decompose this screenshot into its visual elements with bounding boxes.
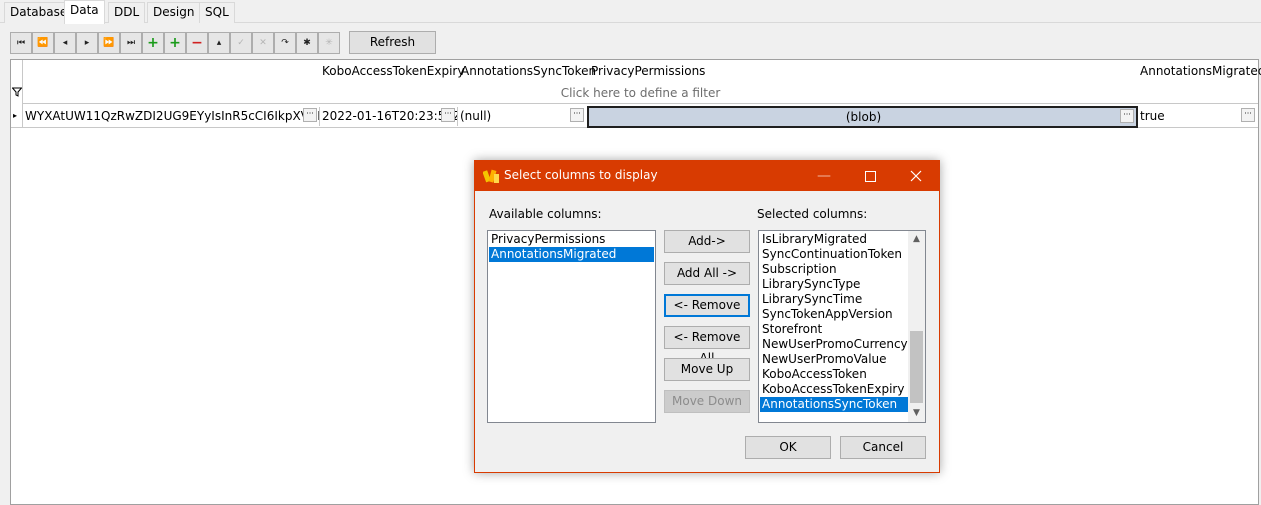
scroll-up-icon[interactable]: ▲ <box>908 231 925 248</box>
remove-button[interactable]: <- Remove <box>664 294 750 317</box>
add-button[interactable]: Add-> <box>664 230 750 253</box>
list-item[interactable]: LibrarySyncTime <box>760 292 924 307</box>
refresh-button[interactable]: Refresh <box>349 31 436 54</box>
edit-record-icon[interactable]: ▴ <box>208 32 230 54</box>
app-icon <box>482 168 500 184</box>
ellipsis-icon[interactable]: ··· <box>303 108 317 122</box>
tab-sql[interactable]: SQL <box>199 2 235 23</box>
close-icon[interactable] <box>893 161 939 191</box>
tab-ddl[interactable]: DDL <box>108 2 146 23</box>
list-item[interactable]: NewUserPromoCurrency <box>760 337 924 352</box>
available-columns-label: Available columns: <box>489 207 602 221</box>
refresh-data-icon[interactable]: ↷ <box>274 32 296 54</box>
post-edit-icon[interactable]: ✓ <box>230 32 252 54</box>
list-item-selected[interactable]: AnnotationsSyncToken <box>760 397 908 412</box>
move-down-button[interactable]: Move Down <box>664 390 750 413</box>
list-item[interactable]: Storefront <box>760 322 924 337</box>
tab-bar: Database Data DDL Design SQL <box>0 0 1261 24</box>
column-header-annotations-sync-token[interactable]: AnnotationsSyncToken <box>461 60 596 82</box>
dialog-title: Select columns to display <box>504 168 658 182</box>
available-columns-list[interactable]: PrivacyPermissions AnnotationsMigrated <box>487 230 656 423</box>
set-bookmark-icon[interactable]: ✱ <box>296 32 318 54</box>
add-all-button[interactable]: Add All -> <box>664 262 750 285</box>
scroll-thumb[interactable] <box>910 331 923 403</box>
scroll-down-icon[interactable]: ▼ <box>908 405 925 422</box>
list-item[interactable]: SyncContinuationToken <box>760 247 924 262</box>
column-header-kobo-access-token-expiry[interactable]: KoboAccessTokenExpiry <box>322 60 464 82</box>
next-record-icon[interactable]: ▸ <box>76 32 98 54</box>
ellipsis-icon[interactable]: ··· <box>570 108 584 122</box>
list-item[interactable]: KoboAccessToken <box>760 367 924 382</box>
table-cell-selected[interactable]: (blob) <box>587 106 1138 128</box>
select-columns-dialog: Select columns to display — Available co… <box>474 160 940 473</box>
ellipsis-icon[interactable]: ··· <box>1120 109 1134 123</box>
list-item[interactable]: IsLibraryMigrated <box>760 232 924 247</box>
cancel-button[interactable]: Cancel <box>840 436 926 459</box>
ellipsis-icon[interactable]: ··· <box>441 108 455 122</box>
append-record-icon[interactable]: + <box>164 32 186 54</box>
tab-data[interactable]: Data <box>64 0 105 24</box>
insert-record-icon[interactable]: + <box>142 32 164 54</box>
record-navigator: ⏮ ⏪ ◂ ▸ ⏩ ⏭ + + − ▴ ✓ ✕ ↷ ✱ ✳ <box>10 32 340 54</box>
table-row[interactable]: ▸ WYXAtUW11QzRwZDI2UG9EYyIsInR5cCI6IkpXV… <box>11 106 1258 128</box>
tab-design[interactable]: Design <box>147 2 201 23</box>
prior-page-icon[interactable]: ⏪ <box>32 32 54 54</box>
list-item-selected[interactable]: AnnotationsMigrated <box>489 247 654 262</box>
column-header-privacy-permissions[interactable]: PrivacyPermissions <box>591 60 705 82</box>
selected-columns-label: Selected columns: <box>757 207 868 221</box>
list-item[interactable]: Subscription <box>760 262 924 277</box>
current-row-indicator-icon: ▸ <box>13 111 18 120</box>
vertical-scrollbar[interactable]: ▲ ▼ <box>908 231 925 422</box>
ellipsis-icon[interactable]: ··· <box>1241 108 1255 122</box>
table-cell[interactable]: true <box>1138 107 1258 126</box>
ok-button[interactable]: OK <box>745 436 831 459</box>
move-up-button[interactable]: Move Up <box>664 358 750 381</box>
table-cell[interactable]: WYXAtUW11QzRwZDI2UG9EYyIsInR5cCI6IkpXVCI… <box>23 107 320 126</box>
table-cell[interactable]: 2022-01-16T20:23:55Z <box>320 107 458 126</box>
tab-database[interactable]: Database <box>4 2 74 23</box>
selected-columns-list[interactable]: IsLibraryMigrated SyncContinuationToken … <box>758 230 926 423</box>
maximize-icon[interactable] <box>847 161 893 191</box>
list-item[interactable]: LibrarySyncType <box>760 277 924 292</box>
remove-all-button[interactable]: <- Remove All <box>664 326 750 365</box>
list-item[interactable]: PrivacyPermissions <box>489 232 654 247</box>
column-header-annotations-migrated[interactable]: AnnotationsMigrated <box>1140 60 1261 82</box>
list-item[interactable]: NewUserPromoValue <box>760 352 924 367</box>
prior-record-icon[interactable]: ◂ <box>54 32 76 54</box>
list-item[interactable]: KoboAccessTokenExpiry <box>760 382 924 397</box>
goto-bookmark-icon[interactable]: ✳ <box>318 32 340 54</box>
last-record-icon[interactable]: ⏭ <box>120 32 142 54</box>
delete-record-icon[interactable]: − <box>186 32 208 54</box>
list-item[interactable]: SyncTokenAppVersion <box>760 307 924 322</box>
next-page-icon[interactable]: ⏩ <box>98 32 120 54</box>
cancel-edit-icon[interactable]: ✕ <box>252 32 274 54</box>
filter-icon[interactable] <box>11 87 23 97</box>
dialog-title-bar[interactable]: Select columns to display — <box>475 161 939 191</box>
table-cell[interactable]: (null) <box>458 107 588 126</box>
filter-row[interactable]: Click here to define a filter <box>23 82 1258 104</box>
minimize-icon[interactable]: — <box>801 161 847 191</box>
first-record-icon[interactable]: ⏮ <box>10 32 32 54</box>
